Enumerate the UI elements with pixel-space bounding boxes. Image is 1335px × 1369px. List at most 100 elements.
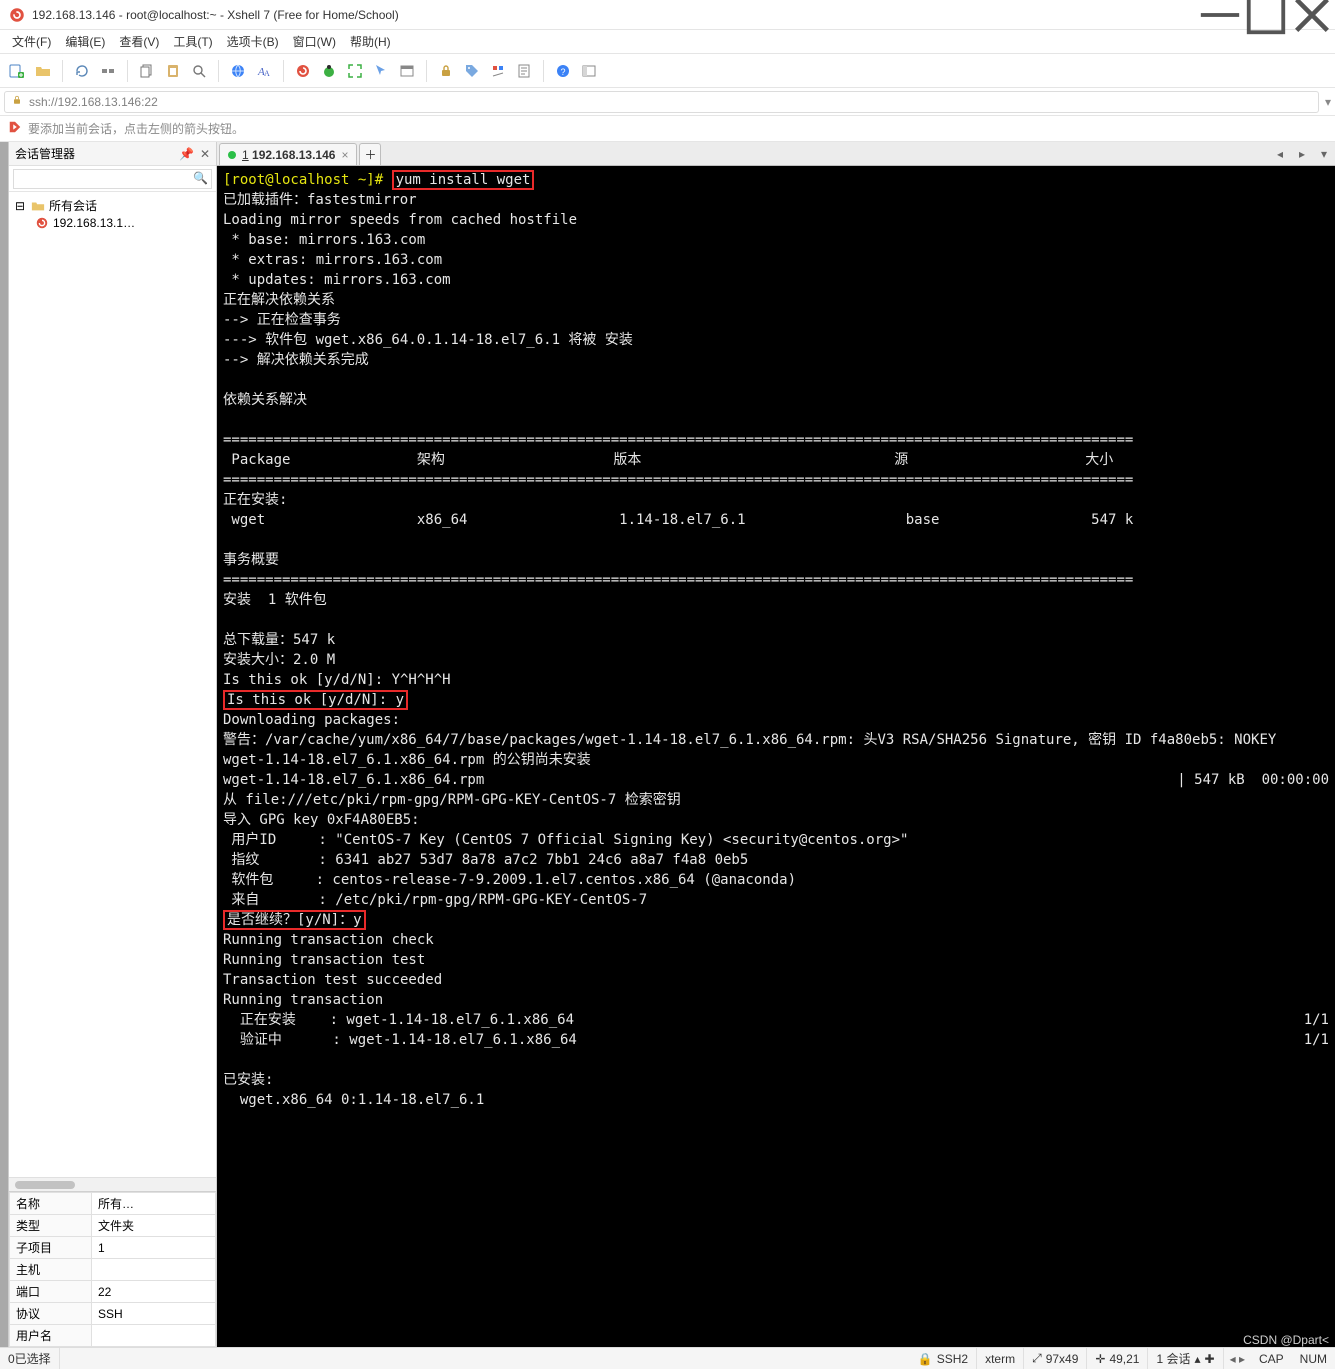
prop-value[interactable]: 22 xyxy=(92,1281,216,1303)
title-bar: 192.168.13.146 - root@localhost:~ - Xshe… xyxy=(0,0,1335,30)
swirl-icon[interactable] xyxy=(292,60,314,82)
status-size: ⤢ 97x49 xyxy=(1024,1348,1087,1369)
bookmark-arrow-icon[interactable] xyxy=(8,120,22,137)
globe-icon[interactable] xyxy=(227,60,249,82)
term-dl-left: wget-1.14-18.el7_6.1.x86_64.rpm xyxy=(223,772,484,788)
search-icon[interactable] xyxy=(188,60,210,82)
prop-value[interactable]: SSH xyxy=(92,1303,216,1325)
prop-value[interactable]: 所有… xyxy=(92,1193,216,1215)
term-after-ok: Downloading packages: 警告：/var/cache/yum/… xyxy=(223,712,1276,768)
panel-search: 🔍 xyxy=(9,166,216,192)
prop-value[interactable] xyxy=(92,1259,216,1281)
menu-tab[interactable]: 选项卡(B) xyxy=(221,31,285,52)
main-area: 1 192.168.13.146 × ＋ ◂ ▸ ▾ [root@localho… xyxy=(217,142,1335,1347)
status-sessions[interactable]: 1 会话 ▴ ✚ xyxy=(1148,1348,1223,1369)
module-icon[interactable] xyxy=(578,60,600,82)
tab-menu-icon[interactable]: ▾ xyxy=(1315,145,1333,163)
table-row: 端口22 xyxy=(10,1281,216,1303)
addr-chevron-icon[interactable]: ▾ xyxy=(1325,95,1331,109)
tree-root-label: 所有会话 xyxy=(49,197,97,214)
status-arrows[interactable]: ◂ ▸ xyxy=(1224,1352,1251,1366)
menu-file[interactable]: 文件(F) xyxy=(6,31,57,52)
term-step1-left: 正在安装 : wget-1.14-18.el7_6.1.x86_64 xyxy=(223,1012,574,1028)
term-rule: ========================================… xyxy=(223,472,1133,488)
minimize-button[interactable] xyxy=(1197,0,1243,30)
tab-next-icon[interactable]: ▸ xyxy=(1293,145,1311,163)
tree-scroll[interactable] xyxy=(9,1177,216,1191)
term-step1-right: 1/1 xyxy=(1304,1010,1329,1030)
term-dl-right: | 547 kB 00:00:00 xyxy=(1177,770,1329,790)
status-bar: 0已选择 🔒SSH2 xterm ⤢ 97x49 ✛ 49,21 1 会话 ▴ … xyxy=(0,1347,1335,1369)
reconnect-icon[interactable] xyxy=(71,60,93,82)
pin-icon[interactable]: 📌 xyxy=(179,147,194,161)
paste-icon[interactable] xyxy=(162,60,184,82)
tree-session-label: 192.168.13.1… xyxy=(53,216,135,230)
tab-close-icon[interactable]: × xyxy=(341,148,348,162)
menu-edit[interactable]: 编辑(E) xyxy=(59,31,111,52)
tree-root[interactable]: ⊟ 所有会话 xyxy=(13,196,212,215)
toolbar-separator xyxy=(543,60,544,82)
cursor-icon[interactable] xyxy=(370,60,392,82)
font-icon[interactable]: AA xyxy=(253,60,275,82)
maximize-button[interactable] xyxy=(1243,0,1289,30)
lock-status-icon: 🔒 xyxy=(918,1352,933,1366)
tab-index: 1 xyxy=(242,148,249,162)
table-row: 协议SSH xyxy=(10,1303,216,1325)
prop-value[interactable] xyxy=(92,1325,216,1347)
prop-key: 端口 xyxy=(10,1281,92,1303)
menu-help[interactable]: 帮助(H) xyxy=(344,31,397,52)
new-session-icon[interactable] xyxy=(6,60,28,82)
tab-session[interactable]: 1 192.168.13.146 × xyxy=(219,143,357,165)
tab-host: 192.168.13.146 xyxy=(252,148,335,162)
prop-value[interactable]: 文件夹 xyxy=(92,1215,216,1237)
status-num: NUM xyxy=(1292,1348,1335,1369)
term-step2-left: 验证中 : wget-1.14-18.el7_6.1.x86_64 xyxy=(223,1032,577,1048)
term-rule: ========================================… xyxy=(223,432,1133,448)
term-step2-right: 1/1 xyxy=(1304,1030,1329,1050)
tab-add[interactable]: ＋ xyxy=(359,143,381,165)
minus-box-icon[interactable]: ⊟ xyxy=(13,199,27,213)
close-button[interactable] xyxy=(1289,0,1335,30)
menu-tools[interactable]: 工具(T) xyxy=(167,31,218,52)
lock-icon[interactable] xyxy=(435,60,457,82)
open-session-icon[interactable] xyxy=(32,60,54,82)
fullscreen-icon[interactable] xyxy=(344,60,366,82)
session-tree[interactable]: ⊟ 所有会话 192.168.13.1… xyxy=(9,192,216,1177)
term-cmd-highlight: yum install wget xyxy=(392,170,535,190)
ladybug-icon[interactable] xyxy=(318,60,340,82)
script-icon[interactable] xyxy=(513,60,535,82)
term-summary-title: 事务概要 xyxy=(223,552,279,568)
table-row: 类型文件夹 xyxy=(10,1215,216,1237)
prop-value[interactable]: 1 xyxy=(92,1237,216,1259)
hint-text: 要添加当前会话，点击左侧的箭头按钮。 xyxy=(28,120,244,137)
help-icon[interactable]: ? xyxy=(552,60,574,82)
search-icon[interactable]: 🔍 xyxy=(193,171,208,185)
term-cont-highlight: 是否继续？[y/N]：y xyxy=(223,910,366,930)
properties-grid: 名称所有…类型文件夹子项目1主机端口22协议SSH用户名 xyxy=(9,1191,216,1347)
app-logo-icon xyxy=(8,6,26,24)
panel-close-icon[interactable]: ✕ xyxy=(200,147,210,161)
term-install-row: wget x86_64 1.14-18.el7_6.1 base 547 k xyxy=(223,512,1133,528)
term-run: Running transaction check Running transa… xyxy=(223,932,442,1008)
menu-view[interactable]: 查看(V) xyxy=(113,31,165,52)
term-prompt: [root@localhost ~]# xyxy=(223,172,392,188)
term-ok-highlight: Is this ok [y/d/N]: y xyxy=(223,690,408,710)
title-bar-icon[interactable] xyxy=(396,60,418,82)
tab-prev-icon[interactable]: ◂ xyxy=(1271,145,1289,163)
table-row: 用户名 xyxy=(10,1325,216,1347)
terminal[interactable]: [root@localhost ~]# yum install wget 已加载… xyxy=(217,166,1335,1347)
copy-icon[interactable] xyxy=(136,60,158,82)
tag-icon[interactable] xyxy=(461,60,483,82)
term-install-title: 正在安装: xyxy=(223,492,287,508)
tree-session[interactable]: 192.168.13.1… xyxy=(13,215,212,231)
color-edit-icon[interactable] xyxy=(487,60,509,82)
term-rule: ========================================… xyxy=(223,572,1133,588)
address-field[interactable]: ssh://192.168.13.146:22 xyxy=(4,91,1319,113)
toolbar-separator xyxy=(127,60,128,82)
search-input[interactable] xyxy=(13,169,212,189)
hint-bar: 要添加当前会话，点击左侧的箭头按钮。 xyxy=(0,116,1335,142)
left-edge-strip xyxy=(0,142,8,1347)
menu-window[interactable]: 窗口(W) xyxy=(287,31,342,52)
toolbar-separator xyxy=(62,60,63,82)
disconnect-icon[interactable] xyxy=(97,60,119,82)
